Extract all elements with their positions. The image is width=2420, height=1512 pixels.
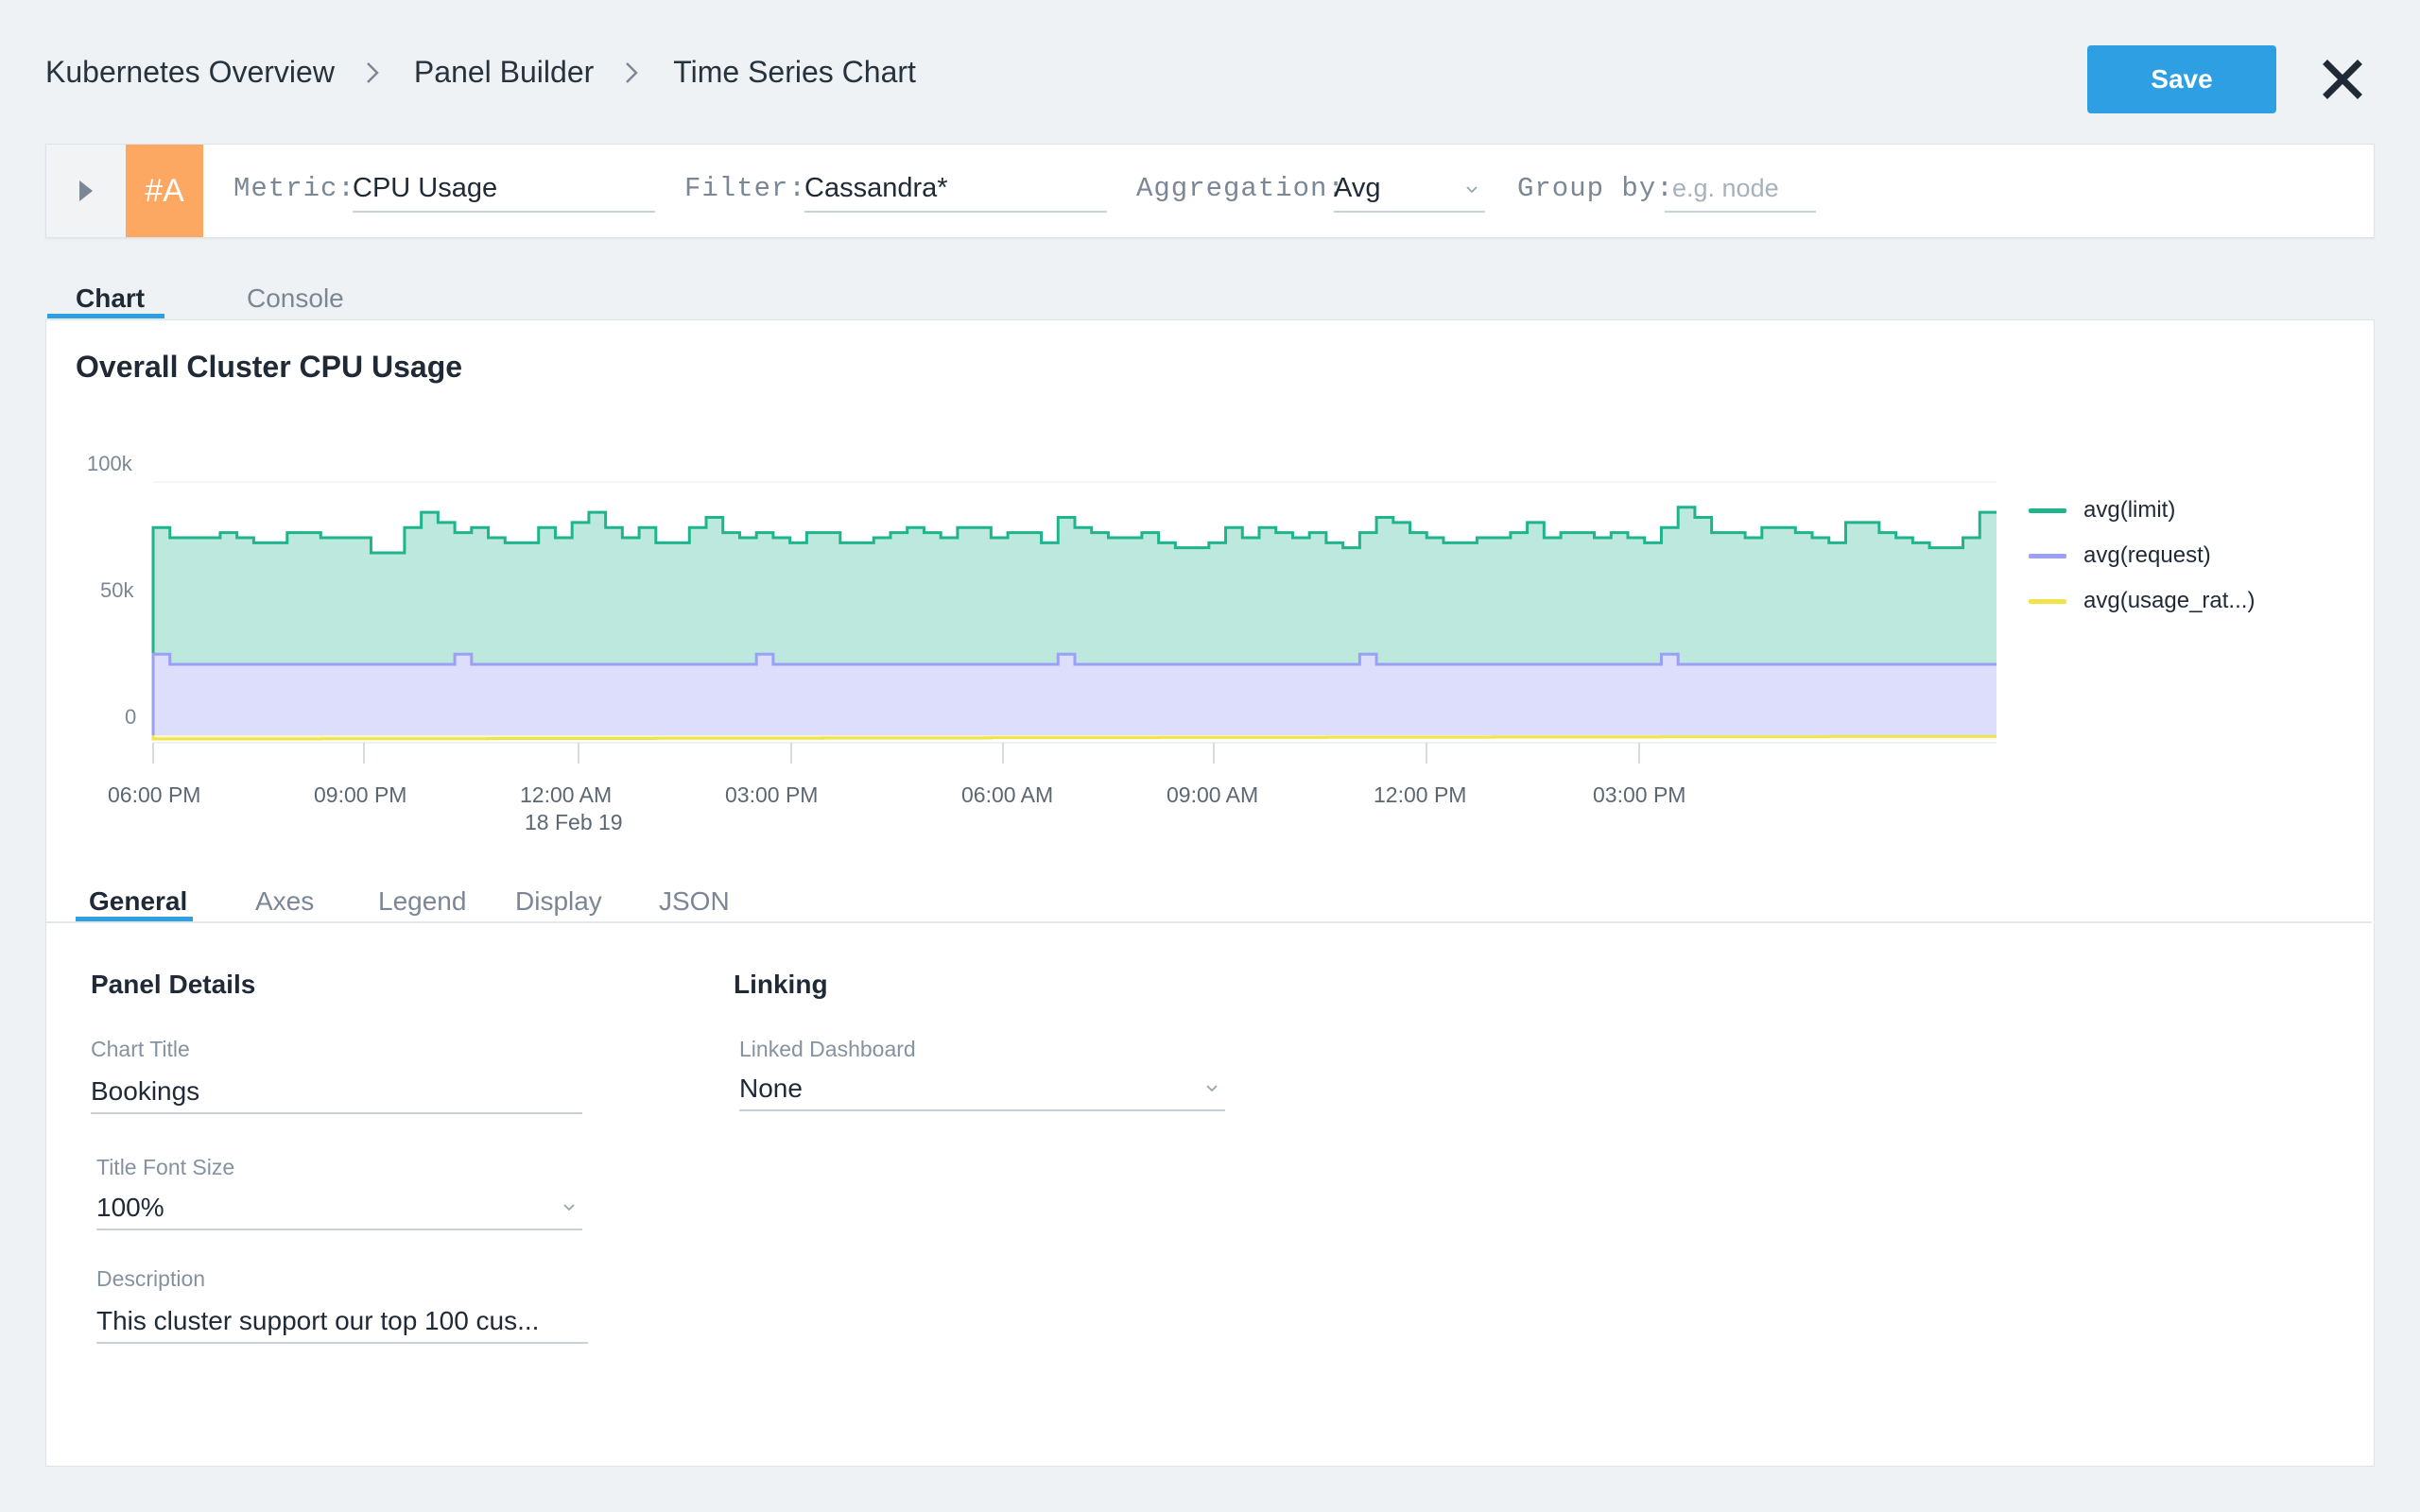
chart-title-input[interactable]: Bookings [91, 1071, 582, 1114]
panel-details-heading: Panel Details [91, 970, 256, 999]
series-area [153, 654, 1996, 735]
legend-item-limit[interactable]: avg(limit) [2029, 497, 2175, 524]
legend-label: avg(usage_rat...) [2083, 588, 2256, 613]
tab-legend[interactable]: Legend [378, 886, 466, 917]
description-label: Description [96, 1266, 206, 1291]
tabs-divider [46, 921, 2372, 923]
x-tick-label: 06:00 AM [961, 782, 1054, 807]
title-font-size-label: Title Font Size [96, 1155, 235, 1179]
x-tick-label: 03:00 PM [725, 782, 819, 807]
legend-swatch [2029, 507, 2066, 513]
legend-item-usage-rate[interactable]: avg(usage_rat...) [2029, 588, 2255, 614]
chart-title-label: Chart Title [91, 1037, 190, 1061]
description-input[interactable]: This cluster support our top 100 cus... [96, 1300, 588, 1344]
legend-label: avg(limit) [2083, 497, 2176, 523]
y-tick-label: 50k [100, 578, 134, 602]
x-tick-sublabel: 18 Feb 19 [525, 810, 623, 834]
x-tick-label: 09:00 AM [1167, 782, 1259, 807]
x-tick-label: 12:00 PM [1374, 782, 1467, 807]
y-tick-label: 100k [87, 452, 132, 475]
legend-item-request[interactable]: avg(request) [2029, 542, 2211, 569]
tab-general[interactable]: General [89, 886, 187, 917]
x-tick-label: 06:00 PM [108, 782, 201, 807]
tab-json[interactable]: JSON [659, 886, 730, 917]
chevron-down-icon [563, 1204, 575, 1211]
linking-heading: Linking [734, 970, 828, 999]
linked-dashboard-label: Linked Dashboard [739, 1037, 916, 1061]
legend-label: avg(request) [2083, 542, 2211, 568]
y-tick-label: 0 [125, 705, 137, 729]
tab-axes[interactable]: Axes [255, 886, 314, 917]
legend-swatch [2029, 598, 2066, 604]
linked-dashboard-select[interactable]: None [739, 1068, 1225, 1111]
x-tick-label: 09:00 PM [314, 782, 407, 807]
title-font-size-select[interactable]: 100% [96, 1187, 582, 1230]
tab-display[interactable]: Display [515, 886, 602, 917]
time-series-chart [151, 481, 1996, 764]
x-tick-label: 12:00 AM [520, 782, 613, 807]
legend-swatch [2029, 553, 2066, 558]
chevron-down-icon [1206, 1085, 1218, 1092]
title-font-size-value: 100% [96, 1193, 164, 1222]
linked-dashboard-value: None [739, 1074, 803, 1103]
x-tick-label: 03:00 PM [1593, 782, 1686, 807]
